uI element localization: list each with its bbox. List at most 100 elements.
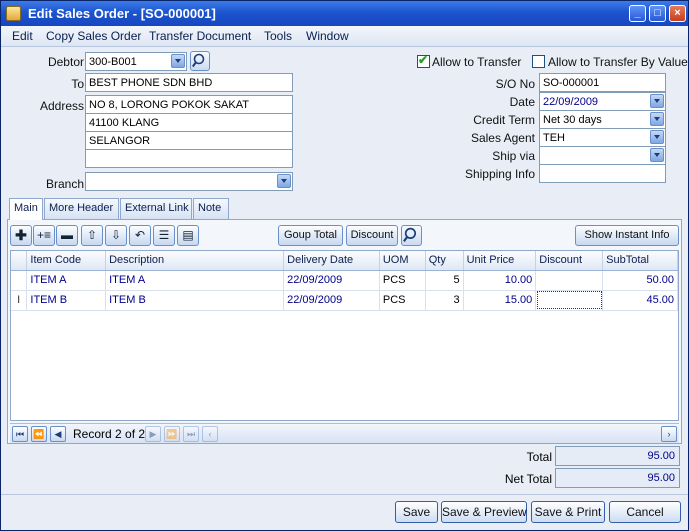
address-line-1[interactable]: NO 8, LORONG POKOK SAKAT [85,95,293,114]
delete-row-button[interactable]: ▬ [56,225,78,246]
cell-item-code[interactable]: ITEM B [26,290,107,311]
items-table: Item Code Description Delivery Date UOM … [11,251,678,311]
cell-delivery-date[interactable]: 22/09/2009 [283,290,380,311]
check-icon: ✔ [418,53,429,67]
next-icon: ▶ [149,429,157,439]
date-value: 22/09/2009 [543,96,599,108]
menu-edit[interactable]: Edit [12,29,33,43]
save-and-print-button[interactable]: Save & Print [531,501,605,523]
scroll-right-button[interactable]: › [661,426,677,442]
tab-external-link[interactable]: External Link [120,198,192,219]
next-record-button[interactable]: ▶ [145,426,161,442]
last-record-button[interactable]: ⏭ [183,426,199,442]
column-discount[interactable]: Discount [535,251,604,271]
add-row-button[interactable]: ✚ [10,225,32,246]
menu-tools[interactable]: Tools [264,29,292,43]
cell-delivery-date[interactable]: 22/09/2009 [283,270,380,291]
column-unit-price[interactable]: Unit Price [463,251,537,271]
column-description[interactable]: Description [105,251,285,271]
date-picker[interactable]: 22/09/2009 [539,92,666,111]
row-indicator[interactable] [11,270,28,291]
row-indicator[interactable]: I [11,290,28,311]
address-line-3[interactable]: SELANGOR [85,131,293,150]
cell-description[interactable]: ITEM B [105,290,285,311]
column-qty[interactable]: Qty [425,251,464,271]
menu-copy-sales-order[interactable]: Copy Sales Order [46,29,141,43]
shipping-info-field[interactable] [539,164,666,183]
tab-main[interactable]: Main [9,198,43,220]
undo-button[interactable]: ↶ [129,225,151,246]
save-button[interactable]: Save [395,501,438,523]
prev-icon: ◀ [54,429,62,439]
address-line-4[interactable] [85,149,293,168]
so-no-label: S/O No [495,77,535,91]
chevron-down-icon[interactable] [650,94,664,108]
chevron-left-icon: ‹ [208,429,212,439]
cell-subtotal[interactable]: 45.00 [602,290,678,311]
branch-select[interactable] [85,172,293,191]
save-and-preview-button[interactable]: Save & Preview [441,501,527,523]
cell-unit-price[interactable]: 10.00 [463,270,537,291]
cell-item-code[interactable]: ITEM A [26,270,107,291]
chevron-down-icon[interactable] [650,148,664,162]
cell-description[interactable]: ITEM A [105,270,285,291]
cell-uom[interactable]: PCS [379,270,426,291]
maximize-button[interactable]: □ [649,5,666,22]
column-delivery-date[interactable]: Delivery Date [283,251,380,271]
so-no-field[interactable]: SO-000001 [539,73,666,92]
column-item-code[interactable]: Item Code [26,251,107,271]
address-label: Address [39,99,84,113]
discount-button[interactable]: Discount [346,225,398,246]
table-row[interactable]: I ITEM B ITEM B 22/09/2009 PCS 3 15.00 4… [11,290,678,311]
cell-qty[interactable]: 5 [425,270,464,291]
prev-page-button[interactable]: ⏪ [31,426,47,442]
insert-row-button[interactable]: +≡ [33,225,55,246]
list-button[interactable]: ☰ [153,225,175,246]
arrow-down-icon: ⇩ [110,228,122,242]
tab-more-header[interactable]: More Header [44,198,119,219]
chevron-down-icon[interactable] [277,174,291,188]
cell-qty[interactable]: 3 [425,290,464,311]
allow-transfer-by-value-checkbox[interactable] [532,55,545,68]
credit-term-select[interactable]: Net 30 days [539,110,666,129]
next-page-button[interactable]: ⏩ [164,426,180,442]
grid-search-button[interactable] [401,225,422,246]
menu-window[interactable]: Window [306,29,349,43]
prev-record-button[interactable]: ◀ [50,426,66,442]
chevron-down-icon[interactable] [650,112,664,126]
credit-term-label: Credit Term [473,113,535,127]
cell-discount[interactable] [535,290,604,311]
net-total-label: Net Total [504,472,552,486]
debtor-value: 300-B001 [89,56,137,68]
detail-button[interactable]: ▤ [177,225,199,246]
table-row[interactable]: ITEM A ITEM A 22/09/2009 PCS 5 10.00 50.… [11,270,678,291]
title-bar[interactable]: Edit Sales Order - [SO-000001] _ □ × [1,1,688,26]
chevron-down-icon[interactable] [171,54,185,68]
column-subtotal[interactable]: SubTotal [602,251,678,271]
move-down-button[interactable]: ⇩ [105,225,127,246]
cell-unit-price[interactable]: 15.00 [463,290,537,311]
cell-discount[interactable] [535,270,604,291]
tab-note[interactable]: Note [193,198,229,219]
column-uom[interactable]: UOM [379,251,426,271]
first-record-button[interactable]: ⏮ [12,426,28,442]
minimize-button[interactable]: _ [629,5,646,22]
close-button[interactable]: × [669,5,686,22]
allow-transfer-checkbox[interactable]: ✔ [417,53,430,68]
ship-via-select[interactable] [539,146,666,165]
to-field[interactable]: BEST PHONE SDN BHD [85,73,293,92]
address-line-2[interactable]: 41100 KLANG [85,113,293,132]
cancel-button[interactable]: Cancel [609,501,681,523]
cell-subtotal[interactable]: 50.00 [602,270,678,291]
menu-transfer-document[interactable]: Transfer Document [149,29,251,43]
debtor-select[interactable]: 300-B001 [85,52,187,71]
show-instant-info-button[interactable]: Show Instant Info [575,225,679,246]
sales-agent-select[interactable]: TEH [539,128,666,147]
debtor-search-button[interactable] [190,51,210,71]
chevron-down-icon[interactable] [650,130,664,144]
scroll-left-button[interactable]: ‹ [202,426,218,442]
move-up-button[interactable]: ⇧ [81,225,103,246]
cell-uom[interactable]: PCS [379,290,426,311]
row-indicator-header [11,251,28,271]
group-total-button[interactable]: Goup Total [278,225,343,246]
